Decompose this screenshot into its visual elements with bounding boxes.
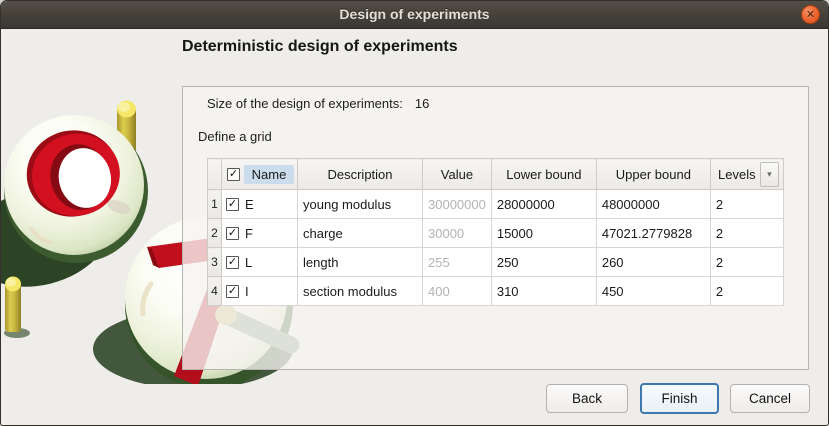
levels-cell[interactable]: 2: [709, 276, 784, 306]
header-upper-bound[interactable]: Upper bound: [595, 158, 711, 190]
variable-description[interactable]: charge: [297, 218, 423, 248]
upper-bound-cell[interactable]: 47021.2779828: [595, 218, 711, 248]
levels-cell[interactable]: 2: [709, 247, 784, 277]
corner-header-cell: [207, 158, 222, 190]
variable-value: 400: [422, 276, 492, 306]
close-icon[interactable]: ✕: [801, 5, 820, 24]
levels-cell[interactable]: 2: [709, 189, 784, 219]
row-number: 4: [207, 276, 222, 306]
header-name[interactable]: ✓ Name: [221, 158, 298, 190]
lower-bound-cell[interactable]: 15000: [490, 218, 597, 248]
row-checkbox[interactable]: ✓: [226, 284, 239, 298]
dialog-window: Design of experiments ✕ Deterministic de…: [0, 0, 829, 426]
table-row[interactable]: 3 ✓ L length 255 250 260 2: [207, 247, 784, 277]
define-grid-label: Define a grid: [198, 129, 272, 144]
row-checkbox[interactable]: ✓: [226, 226, 239, 240]
chevron-down-icon[interactable]: ▾: [759, 161, 779, 187]
header-levels[interactable]: Levels ▾: [709, 158, 784, 190]
finish-button[interactable]: Finish: [640, 383, 719, 414]
row-number: 3: [207, 247, 222, 277]
header-levels-label[interactable]: Levels: [714, 167, 760, 182]
variable-description[interactable]: length: [297, 247, 423, 277]
variable-value: 30000000: [422, 189, 492, 219]
variable-name: I: [245, 283, 249, 299]
variable-value: 30000: [422, 218, 492, 248]
window-title: Design of experiments: [339, 6, 490, 22]
row-checkbox[interactable]: ✓: [226, 197, 239, 211]
variable-value: 255: [422, 247, 492, 277]
upper-bound-cell[interactable]: 450: [595, 276, 711, 306]
doe-size-label: Size of the design of experiments:: [207, 96, 403, 111]
back-button[interactable]: Back: [546, 384, 628, 413]
grid-table: ✓ Name Description Value Lower bound Upp…: [207, 158, 784, 306]
peg-icon: [117, 100, 136, 169]
lower-bound-cell[interactable]: 310: [490, 276, 597, 306]
doe-size-value: 16: [414, 96, 430, 111]
page-title: Deterministic design of experiments: [182, 38, 458, 55]
titlebar[interactable]: Design of experiments ✕: [1, 1, 828, 29]
variable-description[interactable]: section modulus: [297, 276, 423, 306]
row-number: 2: [207, 218, 222, 248]
header-lower-bound[interactable]: Lower bound: [490, 158, 597, 190]
table-row[interactable]: 2 ✓ F charge 30000 15000 47021.2779828 2: [207, 218, 784, 248]
table-header-row: ✓ Name Description Value Lower bound Upp…: [207, 158, 784, 190]
header-description[interactable]: Description: [297, 158, 423, 190]
variable-description[interactable]: young modulus: [297, 189, 423, 219]
content-panel: Size of the design of experiments: 16 Def…: [182, 86, 809, 370]
header-name-label[interactable]: Name: [244, 164, 294, 184]
variable-name: E: [245, 196, 254, 212]
levels-cell[interactable]: 2: [709, 218, 784, 248]
upper-bound-cell[interactable]: 48000000: [595, 189, 711, 219]
select-all-checkbox[interactable]: ✓: [227, 167, 240, 181]
lower-bound-cell[interactable]: 250: [490, 247, 597, 277]
cancel-button[interactable]: Cancel: [730, 384, 810, 413]
table-row[interactable]: 4 ✓ I section modulus 400 310 450 2: [207, 276, 784, 306]
doe-size-row: Size of the design of experiments: 16: [207, 96, 429, 111]
upper-bound-cell[interactable]: 260: [595, 247, 711, 277]
row-checkbox[interactable]: ✓: [226, 255, 239, 269]
header-value[interactable]: Value: [422, 158, 492, 190]
variable-name: L: [245, 254, 253, 270]
row-number: 1: [207, 189, 222, 219]
peg-icon: [5, 276, 21, 332]
variable-name: F: [245, 225, 253, 241]
lower-bound-cell[interactable]: 28000000: [490, 189, 597, 219]
table-row[interactable]: 1 ✓ E young modulus 30000000 28000000 48…: [207, 189, 784, 219]
